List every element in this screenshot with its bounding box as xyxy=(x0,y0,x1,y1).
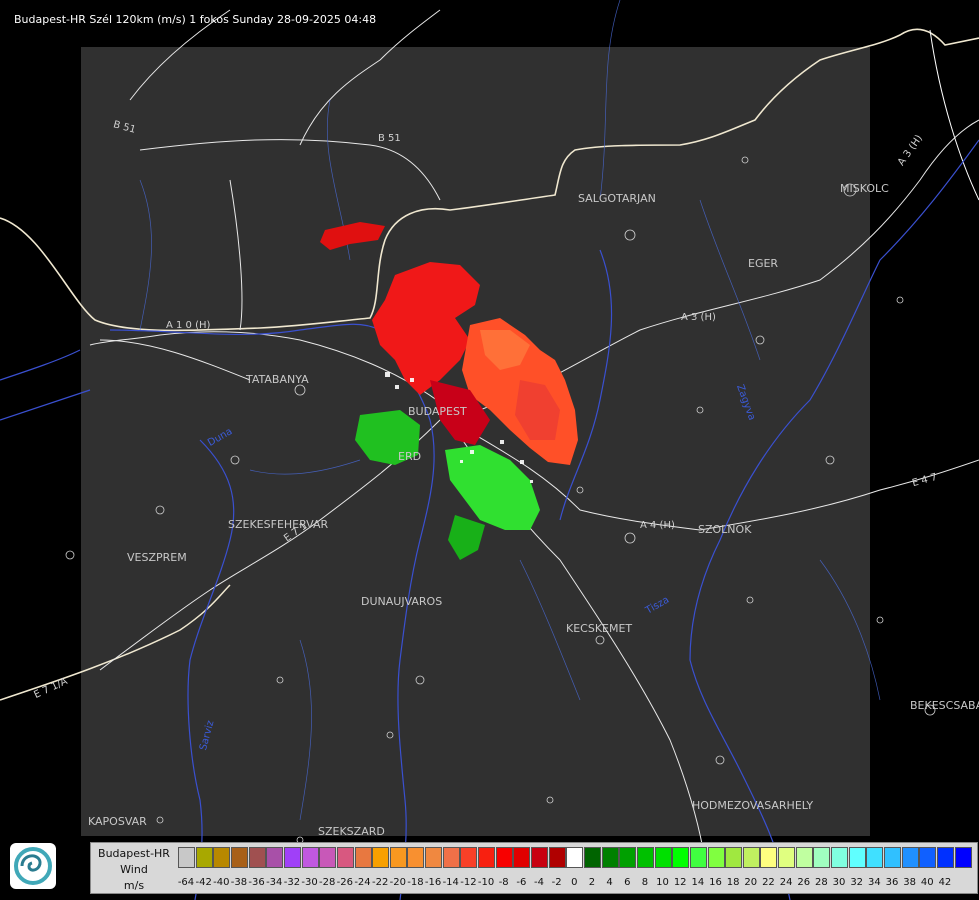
legend-tick-label: 42 xyxy=(938,877,952,888)
legend-swatch xyxy=(619,847,637,868)
legend-swatch xyxy=(283,847,301,868)
city-label-bekescsaba: BEKESCSABA xyxy=(910,699,979,712)
city-label-budapest: BUDAPEST xyxy=(408,405,467,418)
legend-swatch xyxy=(531,847,548,868)
legend-swatch xyxy=(178,847,195,868)
legend-swatch xyxy=(354,847,372,868)
legend-swatch xyxy=(636,847,654,868)
road-label-a4: A 4 (H) xyxy=(640,520,675,531)
legend-swatch xyxy=(336,847,354,868)
swirl-logo-icon xyxy=(14,847,52,885)
legend-swatch xyxy=(230,847,248,868)
road-label-a3: A 3 (H) xyxy=(681,312,716,323)
legend-swatch xyxy=(583,847,601,868)
map-title: Budapest-HR Szél 120km (m/s) 1 fokos Sun… xyxy=(14,13,377,26)
radar-map xyxy=(0,0,979,900)
legend-swatch xyxy=(513,847,531,868)
legend-swatch xyxy=(778,847,796,868)
legend-swatch xyxy=(566,847,584,868)
legend-swatch xyxy=(725,847,743,868)
legend-swatch xyxy=(442,847,460,868)
city-label-szekszard: SZEKSZARD xyxy=(318,825,385,838)
legend-swatch xyxy=(672,847,690,868)
legend-swatch xyxy=(936,847,954,868)
met-service-logo xyxy=(10,843,56,889)
city-label-kaposvar: KAPOSVAR xyxy=(88,815,147,828)
city-label-miskolc: MISKOLC xyxy=(840,182,889,195)
legend-swatch xyxy=(372,847,390,868)
legend-swatch xyxy=(901,847,919,868)
legend-swatch xyxy=(389,847,407,868)
city-label-szekesfehervar: SZEKESFEHERVAR xyxy=(228,518,329,531)
legend-swatch xyxy=(495,847,513,868)
legend-unit: m/s xyxy=(123,879,145,892)
legend-swatch xyxy=(848,847,866,868)
legend-swatch xyxy=(319,847,337,868)
legend-swatch xyxy=(813,847,831,868)
legend-swatch xyxy=(407,847,425,868)
legend-swatch xyxy=(866,847,884,868)
legend-swatch xyxy=(478,847,496,868)
legend-swatch xyxy=(954,847,972,868)
legend-swatch xyxy=(884,847,901,868)
legend-swatch xyxy=(548,847,566,868)
legend-swatch xyxy=(831,847,849,868)
road-label-a10: A 1 0 (H) xyxy=(166,320,211,331)
legend-swatch xyxy=(689,847,707,868)
city-label-veszprem: VESZPREM xyxy=(127,551,187,564)
city-label-eger: EGER xyxy=(748,257,779,270)
legend-swatch xyxy=(460,847,478,868)
legend-swatch xyxy=(654,847,672,868)
legend-swatch xyxy=(742,847,760,868)
city-label-szolnok: SZOLNOK xyxy=(698,523,752,536)
legend-swatch xyxy=(601,847,619,868)
legend-swatch xyxy=(795,847,813,868)
road-label-b51-2: B 51 xyxy=(378,133,401,144)
legend-quantity: Wind xyxy=(120,863,148,876)
legend-swatch xyxy=(707,847,725,868)
legend-swatch xyxy=(425,847,443,868)
city-label-hodmezovasarhely: HODMEZOVASARHELY xyxy=(692,799,814,812)
legend-swatch xyxy=(760,847,778,868)
legend-swatch xyxy=(301,847,319,868)
city-label-erd: ERD xyxy=(398,450,422,463)
legend-swatch xyxy=(195,847,213,868)
city-label-kecskemet: KECSKEMET xyxy=(566,622,633,635)
legend-swatch xyxy=(213,847,231,868)
city-label-salgotarjan: SALGOTARJAN xyxy=(578,192,656,205)
legend-radar-name: Budapest-HR xyxy=(98,847,170,860)
city-label-tatabanya: TATABANYA xyxy=(246,373,309,386)
city-label-dunaujvaros: DUNAUJVAROS xyxy=(361,595,443,608)
legend-swatch xyxy=(266,847,284,868)
legend-swatch xyxy=(919,847,937,868)
legend-swatch xyxy=(248,847,266,868)
